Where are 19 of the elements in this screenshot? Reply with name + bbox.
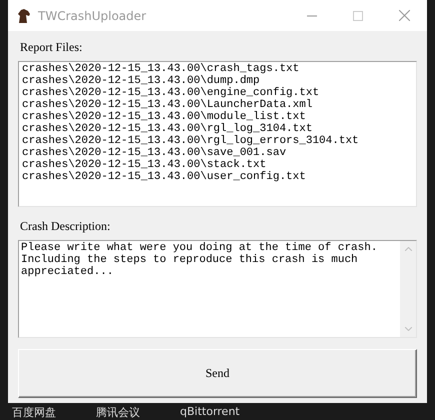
maximize-icon: [353, 10, 363, 20]
file-item[interactable]: crashes\2020-12-15_13.43.00\rgl_log_errors_3104.txt: [22, 135, 413, 147]
window-title: TWCrashUploader: [38, 8, 148, 22]
desktop-icon-label[interactable]: qBittorrent: [180, 405, 240, 420]
file-item[interactable]: crashes\2020-12-15_13.43.00\engine_config.txt: [22, 87, 413, 99]
file-item[interactable]: crashes\2020-12-15_13.43.00\module_list.txt: [22, 111, 413, 123]
file-item[interactable]: crashes\2020-12-15_13.43.00\LauncherData.xml: [22, 99, 413, 111]
crash-description-label: Crash Description:: [20, 219, 112, 233]
report-files-label: Report Files:: [20, 40, 84, 54]
desktop-icon-label[interactable]: 腾讯会议: [96, 405, 140, 420]
close-icon: [398, 10, 410, 21]
file-item[interactable]: crashes\2020-12-15_13.43.00\rgl_log_3104.txt: [22, 123, 413, 135]
file-item[interactable]: crashes\2020-12-15_13.43.00\dump.dmp: [22, 75, 413, 87]
file-item[interactable]: crashes\2020-12-15_13.43.00\crash_tags.txt: [22, 63, 413, 75]
file-item[interactable]: crashes\2020-12-15_13.43.00\user_config.txt: [22, 171, 413, 183]
send-button[interactable]: Send: [18, 349, 417, 398]
file-item[interactable]: crashes\2020-12-15_13.43.00\save_001.sav: [22, 147, 413, 159]
file-item[interactable]: crashes\2020-12-15_13.43.00\stack.txt: [22, 159, 413, 171]
desktop-icon-label[interactable]: 百度网盘: [12, 405, 56, 420]
